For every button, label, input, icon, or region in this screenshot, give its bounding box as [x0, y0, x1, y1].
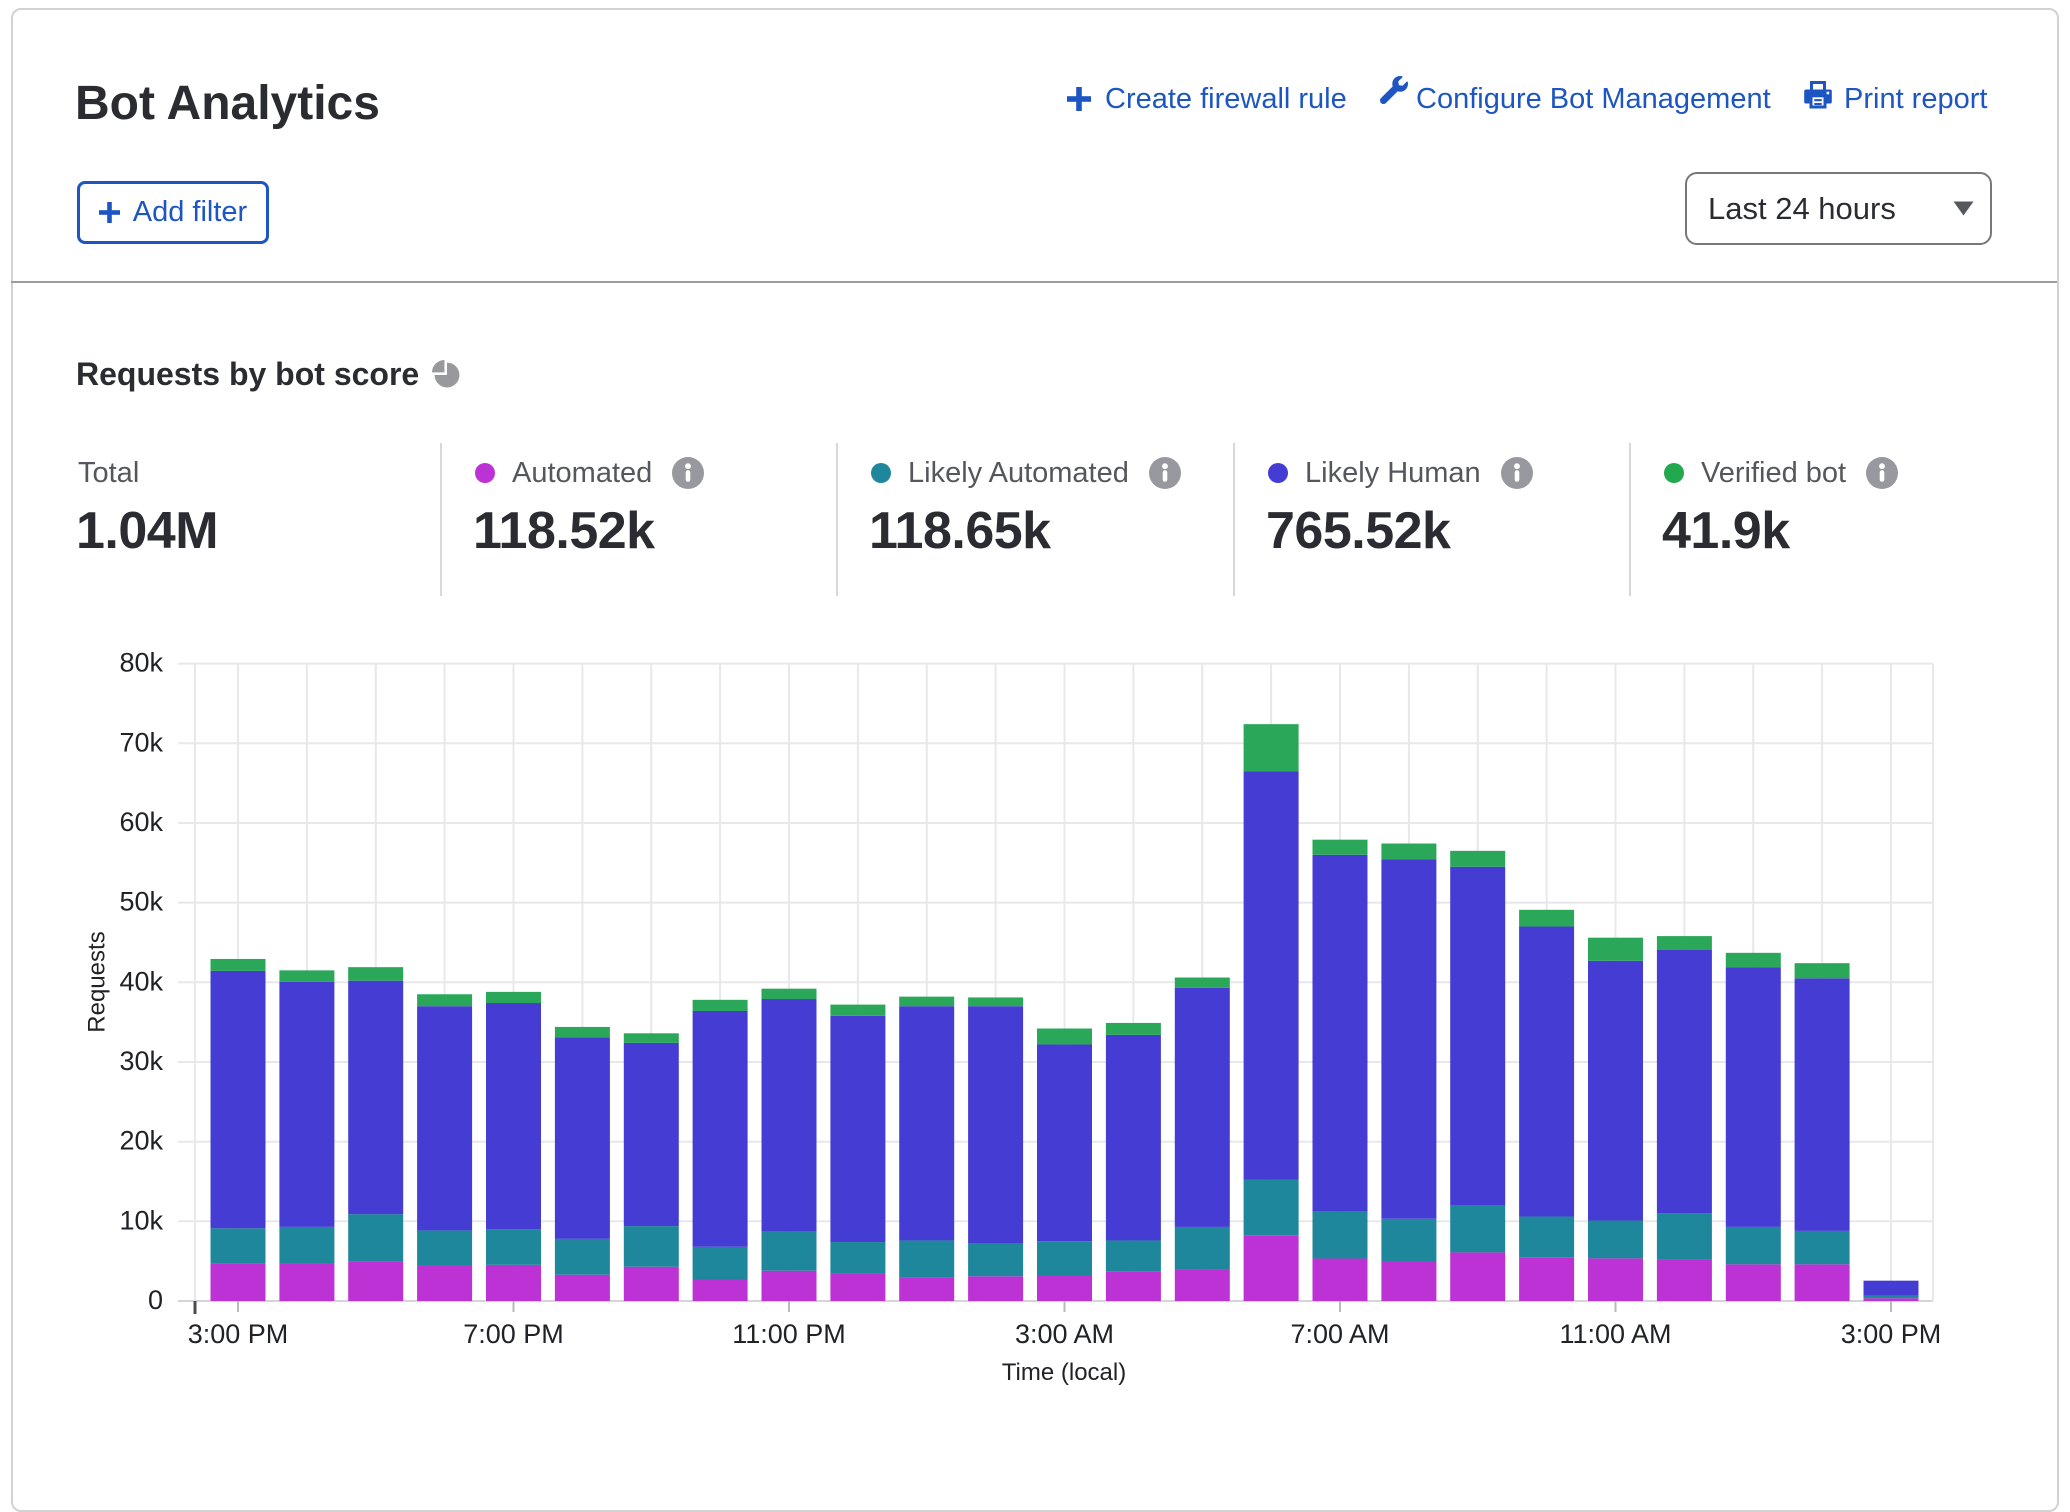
- svg-text:30k: 30k: [119, 1046, 163, 1076]
- svg-text:60k: 60k: [119, 807, 163, 837]
- svg-text:11:00 PM: 11:00 PM: [732, 1319, 846, 1349]
- svg-text:3:00 AM: 3:00 AM: [1015, 1319, 1114, 1349]
- svg-text:10k: 10k: [119, 1205, 163, 1235]
- svg-text:Requests: Requests: [84, 931, 111, 1032]
- svg-text:3:00 PM: 3:00 PM: [1841, 1319, 1942, 1349]
- svg-text:40k: 40k: [119, 966, 163, 996]
- svg-text:80k: 80k: [119, 648, 163, 678]
- svg-text:7:00 PM: 7:00 PM: [463, 1319, 564, 1349]
- svg-text:70k: 70k: [119, 727, 163, 757]
- svg-text:20k: 20k: [119, 1126, 163, 1156]
- svg-text:0: 0: [148, 1285, 163, 1315]
- svg-text:7:00 AM: 7:00 AM: [1290, 1319, 1389, 1349]
- svg-text:11:00 AM: 11:00 AM: [1559, 1319, 1671, 1349]
- svg-text:Time (local): Time (local): [1002, 1359, 1126, 1386]
- svg-text:50k: 50k: [119, 887, 163, 917]
- svg-text:3:00 PM: 3:00 PM: [188, 1319, 289, 1349]
